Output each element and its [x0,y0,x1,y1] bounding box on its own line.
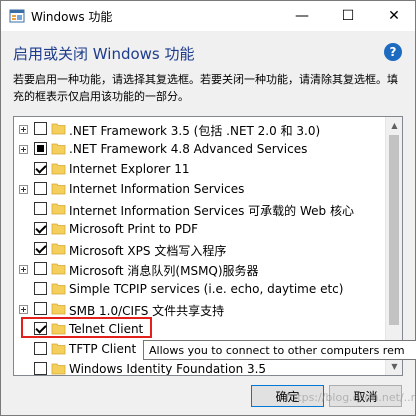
folder-icon [51,303,66,315]
feature-row[interactable]: Windows Identity Foundation 3.5 [14,359,386,376]
watermark-text: https://blog.csdn.net/..recz [286,391,416,404]
folder-icon [51,123,66,135]
expand-plus-icon[interactable] [19,125,28,134]
feature-tooltip: Allows you to connect to other computers… [143,340,416,360]
feature-checkbox[interactable] [34,222,47,235]
expand-plus-icon[interactable] [19,185,28,194]
folder-icon [51,143,66,155]
window-title: Windows 功能 [31,10,113,24]
expand-plus-icon[interactable] [19,265,28,274]
feature-row[interactable]: Simple TCPIP services (i.e. echo, daytim… [14,279,386,299]
feature-checkbox[interactable] [34,302,47,315]
folder-icon [51,223,66,235]
feature-checkbox[interactable] [34,182,47,195]
telnet-highlight-box [21,317,152,338]
page-heading: 启用或关闭 Windows 功能 [13,45,195,63]
feature-label: Simple TCPIP services (i.e. echo, daytim… [69,282,344,296]
close-button[interactable]: ✕ [371,1,416,31]
feature-row[interactable]: .NET Framework 3.5 (包括 .NET 2.0 和 3.0) [14,119,386,139]
feature-checkbox[interactable] [34,162,47,175]
feature-row[interactable]: Microsoft 消息队列(MSMQ)服务器 [14,259,386,279]
minimize-button[interactable]: — [279,1,325,31]
feature-row[interactable]: Internet Explorer 11 [14,159,386,179]
windows-features-icon [9,9,25,23]
scrollbar-thumb[interactable] [389,135,399,325]
feature-label: TFTP Client [69,342,137,356]
folder-icon [51,363,66,375]
expand-plus-icon[interactable] [19,305,28,314]
folder-icon [51,263,66,275]
feature-checkbox[interactable] [34,202,47,215]
feature-label: Internet Information Services 可承载的 Web 核… [69,204,354,218]
vertical-scrollbar[interactable]: ▲ ▼ [385,117,402,375]
folder-icon [51,243,66,255]
help-label: ? [389,45,397,59]
folder-icon [51,183,66,195]
windows-features-dialog: Windows 功能 — ☐ ✕ 启用或关闭 Windows 功能 ? 若要启用… [0,0,416,416]
feature-row[interactable]: Microsoft XPS 文档写入程序 [14,239,386,259]
feature-label: Internet Explorer 11 [69,162,190,176]
feature-checkbox[interactable] [34,142,47,155]
feature-checkbox[interactable] [34,262,47,275]
help-icon[interactable]: ? [384,43,402,61]
feature-checkbox[interactable] [34,242,47,255]
feature-checkbox[interactable] [34,342,47,355]
feature-row[interactable]: Internet Information Services 可承载的 Web 核… [14,199,386,219]
feature-label: Windows Identity Foundation 3.5 [69,362,267,376]
folder-icon [51,163,66,175]
feature-label: Microsoft XPS 文档写入程序 [69,244,227,258]
feature-checkbox[interactable] [34,122,47,135]
close-icon: ✕ [388,8,400,24]
folder-icon [51,283,66,295]
folder-icon [51,203,66,215]
title-bar: Windows 功能 — ☐ ✕ [1,1,415,31]
scroll-up-arrow-icon[interactable]: ▲ [386,117,402,134]
maximize-icon: ☐ [341,8,355,24]
expand-plus-icon[interactable] [19,145,28,154]
feature-label: .NET Framework 4.8 Advanced Services [69,142,308,156]
description-text: 若要启用一种功能，请选择其复选框。若要关闭一种功能，请清除其复选框。填充的框表示… [13,73,398,103]
feature-row[interactable]: .NET Framework 4.8 Advanced Services [14,139,386,159]
feature-row[interactable]: Internet Information Services [14,179,386,199]
feature-row[interactable]: SMB 1.0/CIFS 文件共享支持 [14,299,386,319]
maximize-button[interactable]: ☐ [325,1,371,31]
feature-label: Internet Information Services [69,182,245,196]
feature-label: Microsoft 消息队列(MSMQ)服务器 [69,264,259,278]
feature-label: Microsoft Print to PDF [69,222,199,236]
folder-icon [51,343,66,355]
minimize-icon: — [295,8,309,24]
feature-row[interactable]: Microsoft Print to PDF [14,219,386,239]
feature-label: .NET Framework 3.5 (包括 .NET 2.0 和 3.0) [69,124,321,138]
feature-checkbox[interactable] [34,362,47,375]
feature-checkbox[interactable] [34,282,47,295]
scroll-down-arrow-icon[interactable]: ▼ [386,358,402,375]
